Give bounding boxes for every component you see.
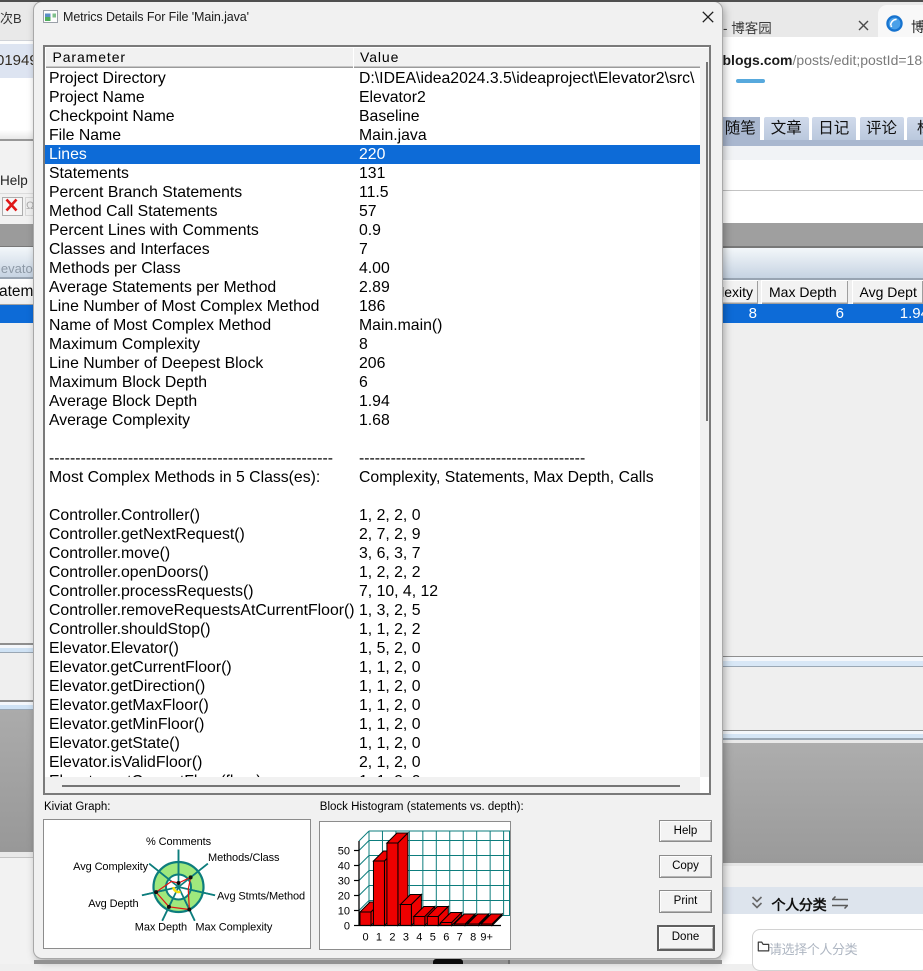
svg-text:40: 40 [338, 860, 350, 872]
svg-text:20: 20 [338, 890, 350, 902]
svg-text:7: 7 [457, 931, 463, 943]
svg-text:10: 10 [338, 905, 350, 917]
svg-text:Max Depth: Max Depth [134, 921, 186, 933]
svg-text:0: 0 [344, 920, 350, 932]
svg-text:2: 2 [389, 931, 395, 943]
svg-text:6: 6 [443, 931, 449, 943]
svg-text:30: 30 [338, 875, 350, 887]
svg-text:9+: 9+ [480, 931, 493, 943]
svg-text:% Comments: % Comments [145, 836, 211, 848]
svg-text:Methods/Class: Methods/Class [208, 852, 280, 864]
svg-text:Max Complexity: Max Complexity [195, 921, 272, 933]
svg-text:50: 50 [338, 845, 350, 857]
svg-text:0: 0 [362, 931, 368, 943]
svg-text:3: 3 [403, 931, 409, 943]
svg-text:4: 4 [416, 931, 422, 943]
svg-text:5: 5 [430, 931, 436, 943]
svg-text:1: 1 [376, 931, 382, 943]
svg-text:Avg Depth: Avg Depth [88, 898, 138, 910]
svg-text:Avg Complexity: Avg Complexity [73, 861, 148, 873]
svg-text:8: 8 [470, 931, 476, 943]
svg-text:Avg Stmts/Method: Avg Stmts/Method [217, 890, 305, 902]
